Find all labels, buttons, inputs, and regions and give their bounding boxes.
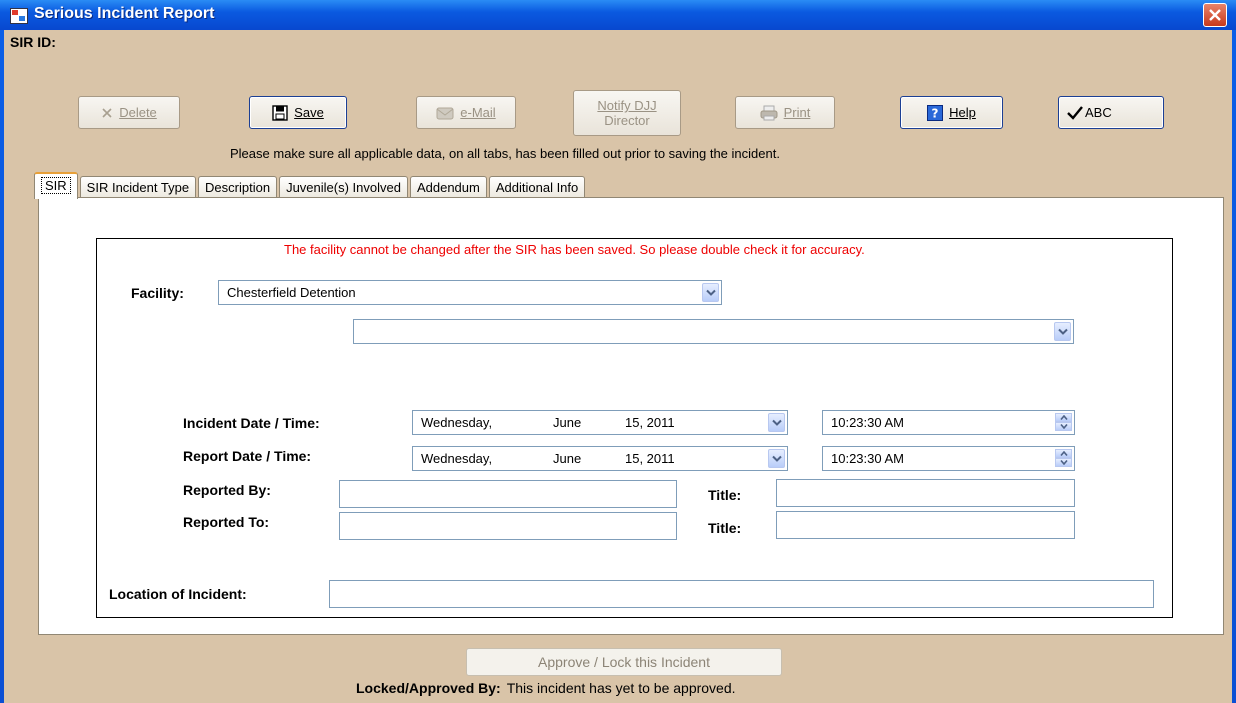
chevron-down-icon [772,455,782,462]
envelope-icon [436,107,454,119]
report-time-picker[interactable]: 10:23:30 AM [822,446,1075,471]
spin-up-button[interactable] [1055,413,1072,422]
sub-facility-dropdown[interactable] [353,319,1074,344]
svg-text:?: ? [932,106,939,120]
delete-label: Delete [119,105,157,120]
reported-to-input[interactable] [339,512,677,540]
report-date-dropdown-arrow[interactable] [768,449,785,468]
locked-approved-label: Locked/Approved By: [356,680,501,696]
location-input[interactable] [329,580,1154,608]
chevron-down-icon [1060,424,1068,429]
save-label: Save [294,105,324,120]
tab-additional-info[interactable]: Additional Info [488,176,586,198]
tab-description[interactable]: Description [198,176,278,198]
email-button[interactable]: e-Mail [416,96,516,129]
incident-date-picker[interactable]: Wednesday, June 15, 2011 [412,410,788,435]
close-icon [1209,9,1221,21]
approve-lock-label: Approve / Lock this Incident [538,654,710,670]
incident-weekday: Wednesday, [421,415,493,430]
sir-form-group: The facility cannot be changed after the… [96,238,1173,618]
reported-by-title-input[interactable] [776,479,1075,507]
report-day-year: 15, 2011 [625,451,675,466]
delete-button[interactable]: Delete [78,96,180,129]
chevron-up-icon [1060,451,1068,456]
spin-down-button[interactable] [1055,422,1072,431]
notify-djj-director-button[interactable]: Notify DJJ Director [573,90,681,136]
chevron-down-icon [706,289,716,296]
report-month: June [553,451,582,466]
spell-check-button[interactable]: ABC [1058,96,1164,129]
chevron-down-icon [1060,460,1068,465]
sub-facility-dropdown-arrow[interactable] [1054,322,1071,341]
tab-sir-incident-type[interactable]: SIR Incident Type [79,176,197,198]
spell-check-label: ABC [1085,105,1112,120]
report-weekday: Wednesday, [421,451,493,466]
printer-icon [760,105,778,120]
email-label: e-Mail [460,105,496,120]
chevron-up-icon [1060,415,1068,420]
notify-label-line1: Notify DJJ [597,98,657,113]
incident-day-year: 15, 2011 [625,415,675,430]
tab-sir-label: SIR [41,177,71,194]
facility-dropdown-arrow[interactable] [702,283,719,302]
incident-time-value: 10:23:30 AM [831,415,904,430]
window-title: Serious Incident Report [34,5,215,22]
help-button[interactable]: ? Help [900,96,1003,129]
tab-addendum[interactable]: Addendum [409,176,487,198]
facility-dropdown[interactable]: Chesterfield Detention [218,280,722,305]
sir-id-label: SIR ID: [10,34,56,50]
close-button[interactable] [1203,3,1227,27]
app-icon [10,8,28,24]
report-date-picker[interactable]: Wednesday, June 15, 2011 [412,446,788,471]
delete-x-icon [102,107,112,118]
reported-to-label: Reported To: [183,514,270,530]
reported-to-title-input[interactable] [776,511,1075,539]
report-time-spinner[interactable] [1055,449,1072,468]
print-label: Print [783,105,811,120]
locked-approved-value: This incident has yet to be approved. [506,680,736,696]
incident-date-dropdown-arrow[interactable] [768,413,785,432]
reported-by-input[interactable] [339,480,677,508]
reported-to-title-label: Title: [708,520,742,536]
spin-up-button[interactable] [1055,449,1072,458]
floppy-disk-icon [272,104,288,121]
facility-warning: The facility cannot be changed after the… [284,242,865,257]
save-button[interactable]: Save [249,96,347,129]
facility-value: Chesterfield Detention [227,285,356,300]
approve-lock-button[interactable]: Approve / Lock this Incident [466,648,782,676]
title-bar[interactable]: Serious Incident Report [0,0,1236,30]
incident-date-time-label: Incident Date / Time: [183,415,320,431]
incident-month: June [553,415,582,430]
tab-strip: SIR SIR Incident Type Description Juveni… [34,170,587,199]
reported-by-title-label: Title: [708,487,742,503]
help-question-icon: ? [927,104,944,121]
tab-panel-sir: The facility cannot be changed after the… [38,197,1224,635]
notify-label-line2: Director [604,113,650,128]
spin-down-button[interactable] [1055,458,1072,467]
location-label: Location of Incident: [109,586,247,602]
incident-time-picker[interactable]: 10:23:30 AM [822,410,1075,435]
incident-time-spinner[interactable] [1055,413,1072,432]
chevron-down-icon [1058,328,1068,335]
locked-status: Locked/Approved By: This incident has yet… [356,680,736,696]
chevron-down-icon [772,419,782,426]
reported-by-label: Reported By: [183,482,271,498]
facility-label: Facility: [131,285,184,301]
tab-juveniles-involved[interactable]: Juvenile(s) Involved [279,176,408,198]
tab-sir[interactable]: SIR [34,172,78,199]
window: Serious Incident Report SIR ID: Delete S… [0,0,1236,703]
help-label: Help [949,105,976,120]
checkmark-icon [1067,105,1083,120]
save-notice: Please make sure all applicable data, on… [230,146,780,161]
report-time-value: 10:23:30 AM [831,451,904,466]
print-button[interactable]: Print [735,96,835,129]
report-date-time-label: Report Date / Time: [183,448,312,464]
